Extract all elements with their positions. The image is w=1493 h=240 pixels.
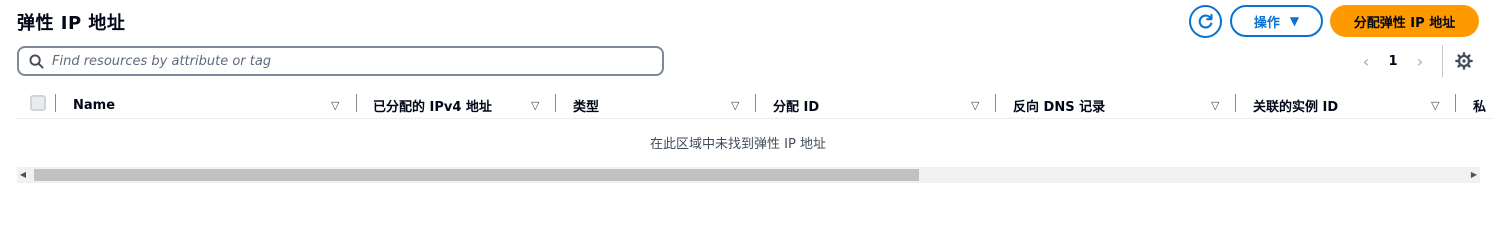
sort-icon: ▽ bbox=[1431, 98, 1440, 112]
column-label: 私 bbox=[1473, 99, 1487, 115]
column-header-name[interactable]: Name ▽ bbox=[73, 95, 345, 115]
table-header: Name ▽ 已分配的 IPv4 地址 ▽ 类型 ▽ 分配 ID ▽ 反向 DN… bbox=[17, 91, 1493, 119]
column-separator bbox=[55, 94, 56, 112]
column-label: Name bbox=[73, 97, 116, 113]
scrollbar-thumb[interactable] bbox=[34, 169, 919, 181]
prev-page-icon[interactable]: ‹ bbox=[1358, 52, 1374, 71]
refresh-icon bbox=[1198, 13, 1213, 29]
column-header-type[interactable]: 类型 ▽ bbox=[573, 95, 749, 115]
column-header-private-ip[interactable]: 私 bbox=[1473, 95, 1493, 115]
pagination-divider bbox=[1442, 45, 1443, 77]
sort-icon: ▽ bbox=[531, 98, 540, 112]
column-header-reverse-dns[interactable]: 反向 DNS 记录 ▽ bbox=[1013, 95, 1229, 115]
column-label: 反向 DNS 记录 bbox=[1013, 99, 1106, 115]
search-icon bbox=[29, 53, 44, 69]
search-input[interactable] bbox=[52, 53, 652, 69]
actions-button[interactable]: 操作 ▼ bbox=[1230, 5, 1323, 37]
column-label: 已分配的 IPv4 地址 bbox=[373, 99, 492, 115]
gear-icon[interactable] bbox=[1455, 52, 1473, 70]
horizontal-scrollbar[interactable]: ◀ ▶ bbox=[17, 167, 1480, 183]
scroll-left-icon[interactable]: ◀ bbox=[17, 170, 29, 179]
column-separator[interactable] bbox=[1455, 94, 1456, 112]
next-page-icon[interactable]: › bbox=[1412, 52, 1428, 71]
column-label: 类型 bbox=[573, 99, 600, 115]
select-all-checkbox[interactable] bbox=[30, 95, 46, 111]
sort-icon: ▽ bbox=[731, 98, 740, 112]
column-header-allocated-ipv4[interactable]: 已分配的 IPv4 地址 ▽ bbox=[373, 95, 559, 115]
column-separator[interactable] bbox=[356, 94, 357, 112]
column-separator[interactable] bbox=[1235, 94, 1236, 112]
caret-down-icon: ▼ bbox=[1289, 14, 1300, 28]
refresh-button[interactable] bbox=[1189, 5, 1222, 38]
sort-icon: ▽ bbox=[331, 98, 340, 112]
column-label: 关联的实例 ID bbox=[1253, 99, 1339, 115]
sort-icon: ▽ bbox=[1211, 98, 1220, 112]
page-number-current[interactable]: 1 bbox=[1374, 54, 1412, 69]
column-separator[interactable] bbox=[995, 94, 996, 112]
column-header-associated-instance-id[interactable]: 关联的实例 ID ▽ bbox=[1253, 95, 1449, 115]
column-separator[interactable] bbox=[555, 94, 556, 112]
search-box[interactable] bbox=[17, 46, 664, 76]
column-separator[interactable] bbox=[755, 94, 756, 112]
page-title: 弹性 IP 地址 bbox=[17, 13, 126, 34]
allocate-elastic-ip-button[interactable]: 分配弹性 IP 地址 bbox=[1330, 5, 1479, 37]
scroll-right-icon[interactable]: ▶ bbox=[1468, 170, 1480, 179]
empty-table-message: 在此区域中未找到弹性 IP 地址 bbox=[650, 137, 826, 152]
pagination: ‹ 1 › bbox=[1358, 50, 1428, 72]
column-header-allocation-id[interactable]: 分配 ID ▽ bbox=[773, 95, 989, 115]
column-label: 分配 ID bbox=[773, 99, 820, 115]
sort-icon: ▽ bbox=[971, 98, 980, 112]
actions-label: 操作 bbox=[1253, 15, 1280, 31]
